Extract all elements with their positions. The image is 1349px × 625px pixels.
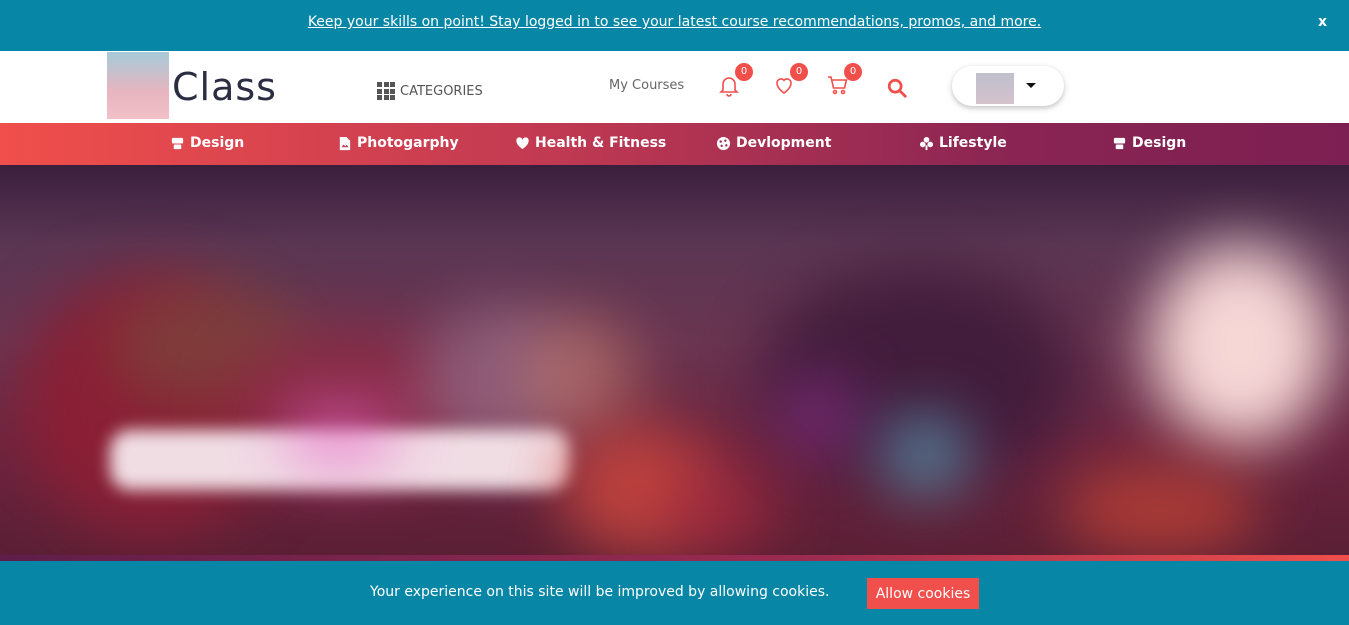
hero-blur-shape — [520, 315, 640, 435]
top-banner: Keep your skills on point! Stay logged i… — [0, 0, 1349, 51]
search-button[interactable] — [886, 77, 908, 99]
hero-blur-shape — [880, 415, 970, 495]
category-health-fitness[interactable]: Health & Fitness — [514, 135, 666, 151]
category-development[interactable]: Devlopment — [715, 135, 831, 151]
logo-text[interactable]: Class — [172, 65, 277, 109]
cart-count-badge: 0 — [844, 63, 862, 81]
categories-menu-button[interactable]: CATEGORIES — [377, 82, 483, 100]
avatar — [976, 73, 1014, 104]
caret-down-icon — [1026, 83, 1036, 88]
category-label: Health & Fitness — [535, 135, 667, 151]
category-label: Devlopment — [736, 135, 832, 151]
hero-banner-image — [0, 165, 1349, 561]
wishlist-button[interactable]: 0 — [772, 63, 808, 99]
hero-blur-shape — [780, 375, 860, 455]
category-design-2[interactable]: Design — [1111, 135, 1186, 151]
logo-image[interactable] — [107, 52, 169, 119]
hero-blur-shape — [1150, 245, 1330, 445]
category-label: Lifestyle — [939, 135, 1007, 151]
allow-cookies-button[interactable]: Allow cookies — [867, 578, 979, 609]
notifications-button[interactable]: 0 — [717, 63, 753, 99]
lifestyle-icon — [918, 135, 934, 151]
categories-label: CATEGORIES — [400, 83, 483, 99]
heart-icon — [514, 135, 530, 151]
hero-blur-shape — [280, 405, 400, 465]
cookie-consent-bar: Your experience on this site will be imp… — [0, 561, 1349, 625]
hero-blur-shape — [660, 465, 780, 555]
profile-menu-button[interactable] — [952, 66, 1064, 106]
category-nav: Design Photogarphy Health & Fitness Devl… — [0, 123, 1349, 165]
site-header: Class CATEGORIES My Courses 0 0 0 — [0, 51, 1349, 123]
category-label: Design — [1132, 135, 1187, 151]
my-courses-link[interactable]: My Courses — [609, 78, 684, 93]
search-icon — [887, 78, 907, 98]
cart-button[interactable]: 0 — [826, 63, 862, 99]
notifications-count-badge: 0 — [735, 63, 753, 81]
category-lifestyle[interactable]: Lifestyle — [918, 135, 1007, 151]
stay-logged-in-link[interactable]: Keep your skills on point! Stay logged i… — [0, 14, 1349, 30]
photo-icon — [336, 135, 352, 151]
category-label: Design — [190, 135, 245, 151]
close-banner-button[interactable]: x — [1318, 14, 1327, 30]
development-icon — [715, 135, 731, 151]
grid-icon — [377, 82, 395, 100]
cookie-message: Your experience on this site will be imp… — [370, 584, 830, 600]
design-icon — [1111, 135, 1127, 151]
category-label: Photogarphy — [357, 135, 459, 151]
category-photography[interactable]: Photogarphy — [336, 135, 459, 151]
wishlist-count-badge: 0 — [790, 63, 808, 81]
category-design[interactable]: Design — [169, 135, 244, 151]
design-icon — [169, 135, 185, 151]
hero-blur-shape — [1060, 465, 1260, 555]
